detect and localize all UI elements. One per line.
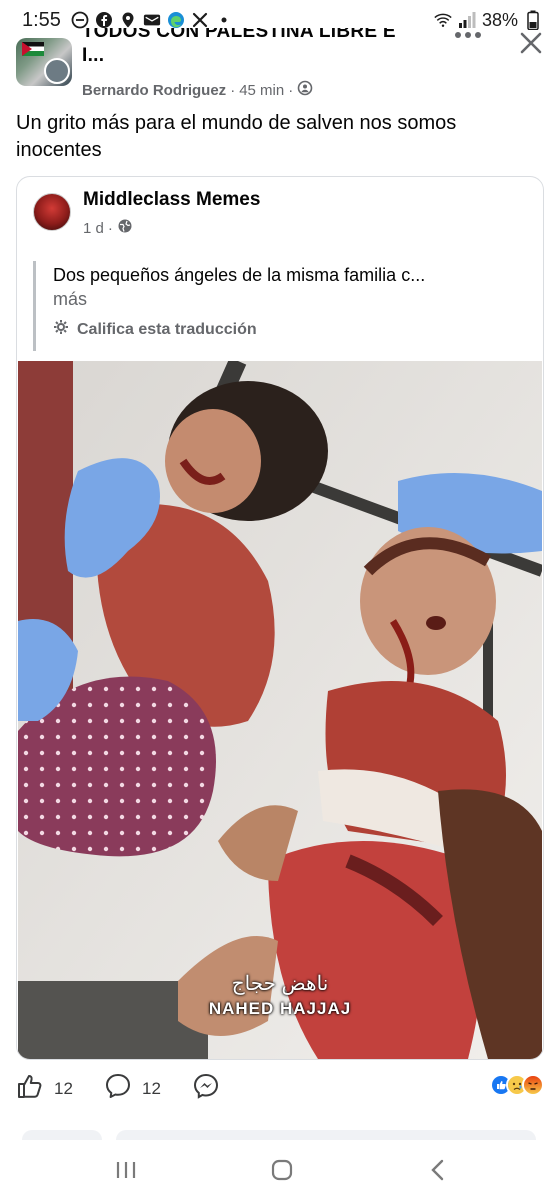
recents-icon[interactable] [112,1156,140,1184]
back-icon[interactable] [424,1156,452,1184]
rate-translation-button[interactable]: Califica esta traducción [53,319,257,340]
location-icon [119,11,137,29]
group-title[interactable]: TODOS CON PALESTINA LIBRE E I... [82,28,442,76]
meta-separator: · [107,219,113,237]
meta-separator-2: · [288,81,294,99]
share-messenger-button[interactable] [192,1072,220,1105]
reactions-summary[interactable] [490,1074,544,1096]
meta-separator: · [230,81,236,99]
facebook-icon [95,11,113,29]
public-icon [297,80,313,100]
shared-post-time[interactable]: 1 d [83,220,104,237]
comment-icon [104,1072,132,1105]
wifi-icon [434,11,452,29]
group-title-line2: I... [82,45,105,66]
edge-icon [167,11,185,29]
post-photo[interactable]: ناهض حجاج NAHED HAJJAJ [18,361,542,1059]
see-more-link[interactable]: más [53,289,87,310]
group-avatar[interactable] [16,38,72,86]
author-name[interactable]: Bernardo Rodriguez [82,82,226,99]
shared-post-card[interactable]: Middleclass Memes 1 d · Dos pequeños áng… [16,176,544,1060]
post-meta: Bernardo Rodriguez · 45 min · [82,80,313,100]
watermark-latin: NAHED HAJJAJ [208,999,352,1018]
post-caption: Un grito más para el mundo de salven nos… [16,112,457,161]
status-icons [71,11,233,29]
home-icon[interactable] [268,1156,296,1184]
rate-translation-label: Califica esta traducción [77,320,257,338]
angry-reaction-icon [522,1074,544,1096]
photo-illustration [18,361,542,1059]
palestine-flag-icon [22,42,44,56]
like-button[interactable]: 12 [16,1072,73,1105]
like-icon [16,1072,44,1105]
public-icon [117,218,133,238]
shared-post-text: Dos pequeños ángeles de la misma familia… [53,265,426,285]
gear-icon [53,319,69,340]
group-title-line1: TODOS CON PALESTINA LIBRE E [82,28,396,42]
page-name[interactable]: Middleclass Memes [83,189,260,211]
shared-post-meta: 1 d · [83,218,133,238]
tools-icon [191,11,209,29]
post-actions: 12 12 [16,1070,546,1110]
signal-icon [458,11,476,29]
post-header: TODOS CON PALESTINA LIBRE E I... Bernard… [0,28,560,108]
comment-button[interactable]: 12 [104,1072,161,1105]
author-avatar[interactable] [44,58,70,84]
page-avatar[interactable] [33,193,71,231]
email-icon [143,11,161,29]
comments-count: 12 [142,1078,161,1098]
more-icon[interactable] [448,28,488,52]
close-icon[interactable] [514,26,548,60]
quote-bar [33,261,36,351]
minus-circle-icon [71,11,89,29]
system-navbar [0,1140,560,1200]
watermark-arabic: ناهض حجاج [231,973,329,995]
messenger-icon [192,1072,220,1105]
post-time[interactable]: 45 min [239,82,284,99]
dot-icon [215,11,233,29]
likes-count: 12 [54,1078,73,1098]
